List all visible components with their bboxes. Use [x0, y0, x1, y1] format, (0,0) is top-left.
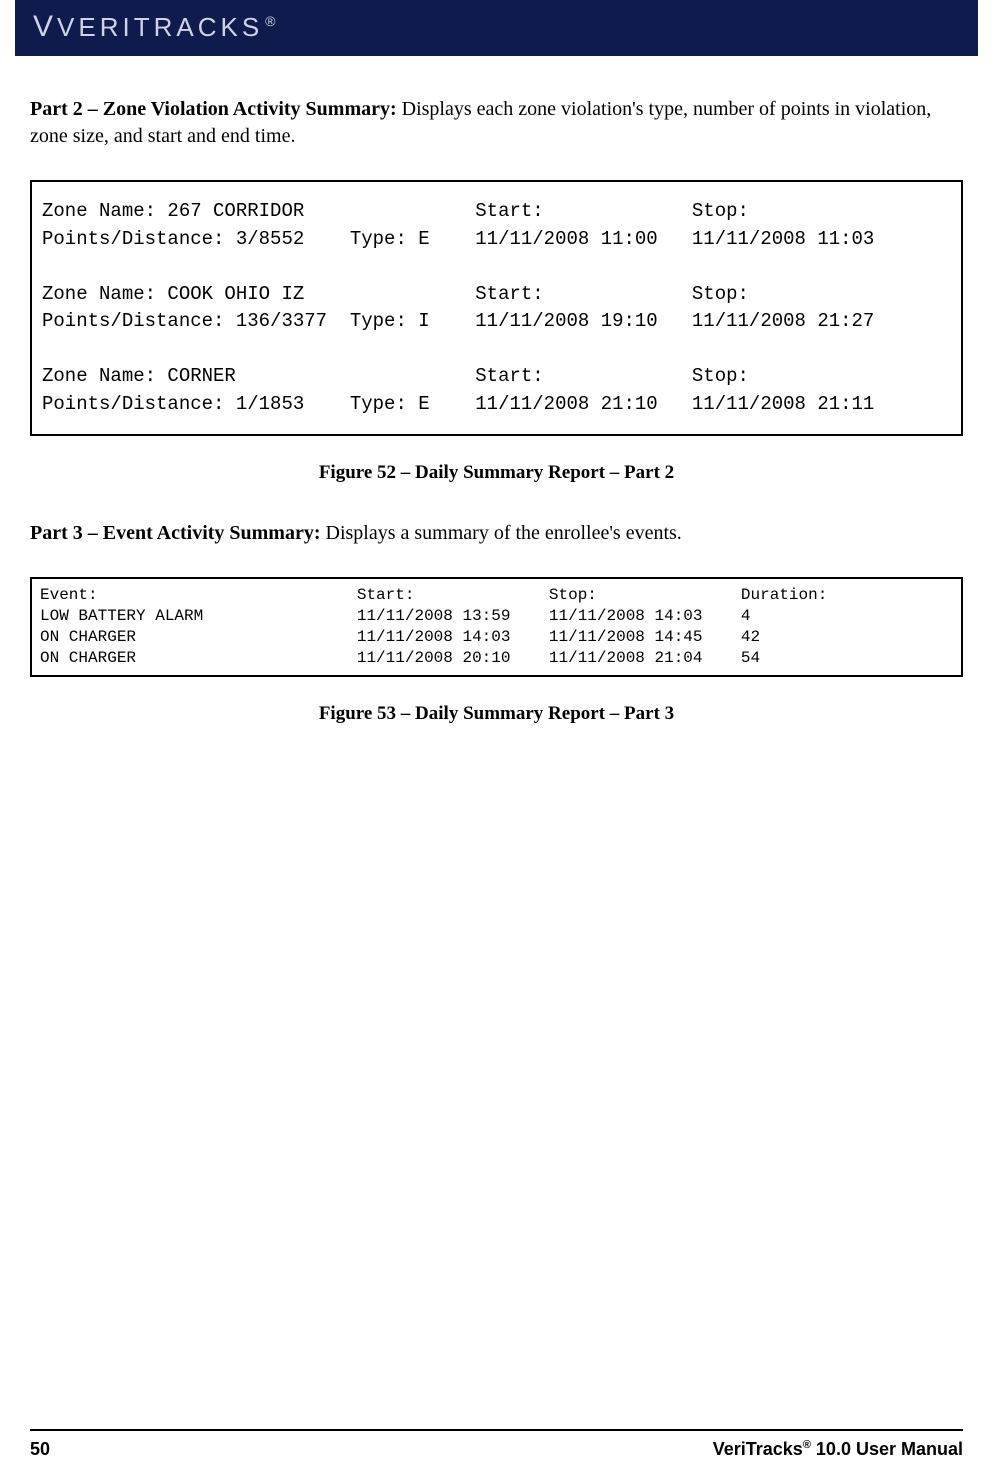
document-page: VVERITRACKS® Part 2 – Zone Violation Act… [0, 0, 993, 1484]
part-2-paragraph: Part 2 – Zone Violation Activity Summary… [30, 96, 963, 150]
part-3-desc: Displays a summary of the enrollee's eve… [321, 522, 682, 544]
figure-53-box: Event: Start: Stop: Duration: LOW BATTER… [30, 577, 963, 676]
part-3-paragraph: Part 3 – Event Activity Summary: Display… [30, 520, 963, 547]
part-3-title: Part 3 – Event Activity Summary: [30, 522, 321, 544]
figure-52-box: Zone Name: 267 CORRIDOR Start: Stop: Poi… [30, 180, 963, 436]
manual-title: VeriTracks® 10.0 User Manual [713, 1439, 963, 1460]
part-2-title: Part 2 – Zone Violation Activity Summary… [30, 98, 397, 120]
page-number: 50 [30, 1439, 50, 1460]
figure-53-caption: Figure 53 – Daily Summary Report – Part … [30, 703, 963, 725]
figure-52-caption: Figure 52 – Daily Summary Report – Part … [30, 462, 963, 484]
brand-logo: VVERITRACKS® [33, 12, 276, 42]
page-footer: 50 VeriTracks® 10.0 User Manual [30, 1429, 963, 1460]
brand-header: VVERITRACKS® [15, 0, 978, 56]
